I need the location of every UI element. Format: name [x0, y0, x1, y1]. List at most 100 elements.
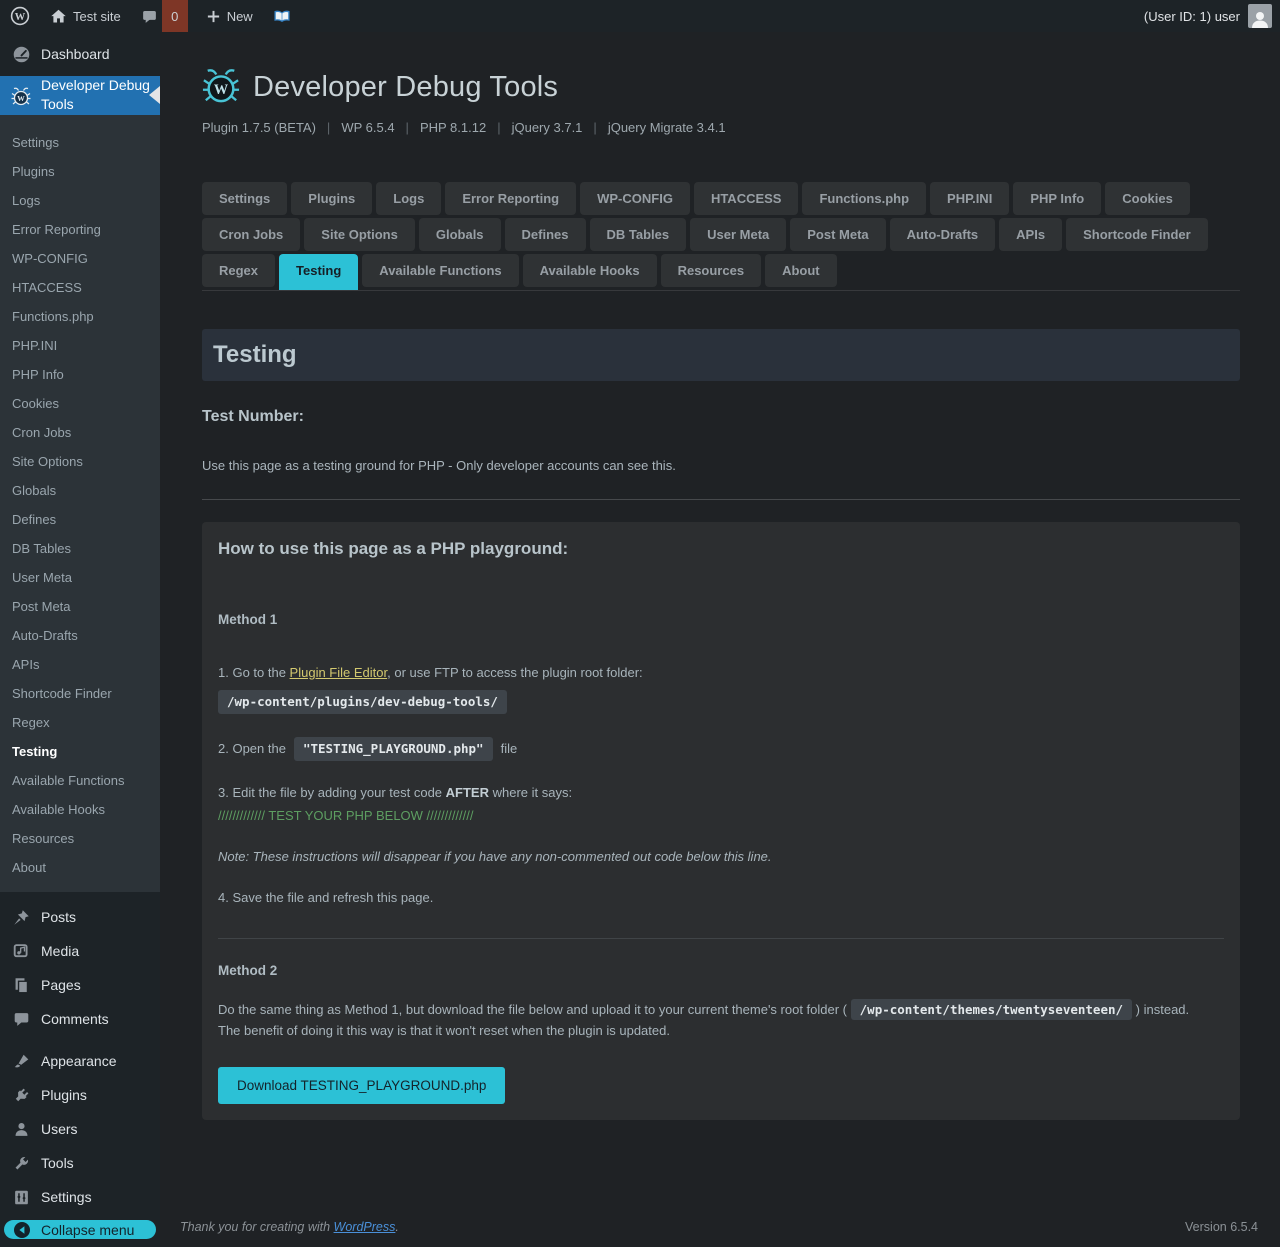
tab-cron-jobs[interactable]: Cron Jobs: [202, 218, 301, 251]
submenu-item-functions-php[interactable]: Functions.php: [0, 302, 160, 331]
tab-available-functions[interactable]: Available Functions: [362, 254, 519, 287]
submenu-item-shortcode-finder[interactable]: Shortcode Finder: [0, 679, 160, 708]
avatar: [1248, 4, 1272, 28]
comments-shortcut[interactable]: [131, 0, 162, 32]
submenu-item-plugins[interactable]: Plugins: [0, 157, 160, 186]
sidebar-item-settings[interactable]: Settings: [0, 1180, 160, 1214]
sidebar-item-label: Users: [41, 1121, 78, 1138]
download-testing-playground-button[interactable]: Download TESTING_PLAYGROUND.php: [218, 1066, 506, 1104]
sidebar-item-dashboard[interactable]: Dashboard: [0, 32, 160, 76]
php-version: PHP 8.1.12: [419, 120, 487, 135]
sidebar-item-plugins[interactable]: Plugins: [0, 1078, 160, 1112]
submenu-item-cron-jobs[interactable]: Cron Jobs: [0, 418, 160, 447]
tab-logs[interactable]: Logs: [376, 182, 442, 215]
tab-settings[interactable]: Settings: [202, 182, 288, 215]
submenu-item-logs[interactable]: Logs: [0, 186, 160, 215]
method2-text: Do the same thing as Method 1, but downl…: [218, 999, 1224, 1040]
tab-regex[interactable]: Regex: [202, 254, 276, 287]
submenu-item-php-ini[interactable]: PHP.INI: [0, 331, 160, 360]
tab-resources[interactable]: Resources: [660, 254, 762, 287]
submenu-item-about[interactable]: About: [0, 853, 160, 882]
submenu-item-settings[interactable]: Settings: [0, 128, 160, 157]
submenu-item-site-options[interactable]: Site Options: [0, 447, 160, 476]
plugin-file-editor-link[interactable]: Plugin File Editor: [290, 665, 388, 680]
method2-label: Method 2: [218, 963, 278, 979]
collapse-arrow-icon: [13, 1221, 31, 1239]
sidebar-item-developer-debug-tools[interactable]: W Developer Debug Tools: [0, 76, 160, 115]
new-content-menu[interactable]: New: [196, 0, 263, 32]
tab-functions-php[interactable]: Functions.php: [802, 182, 927, 215]
submenu-item-auto-drafts[interactable]: Auto-Drafts: [0, 621, 160, 650]
submenu-item-apis[interactable]: APIs: [0, 650, 160, 679]
submenu-item-error-reporting[interactable]: Error Reporting: [0, 215, 160, 244]
collapse-menu-label: Collapse menu: [41, 1221, 135, 1238]
submenu-item-available-hooks[interactable]: Available Hooks: [0, 795, 160, 824]
submenu-item-regex[interactable]: Regex: [0, 708, 160, 737]
home-icon: [50, 8, 67, 25]
tab-cookies[interactable]: Cookies: [1105, 182, 1190, 215]
site-name: Test site: [73, 8, 121, 24]
tab-apis[interactable]: APIs: [999, 218, 1063, 251]
sidebar-item-appearance[interactable]: Appearance: [0, 1044, 160, 1078]
wordpress-link[interactable]: WordPress: [334, 1220, 396, 1234]
submenu-item-user-meta[interactable]: User Meta: [0, 563, 160, 592]
wp-version: WP 6.5.4: [341, 120, 395, 135]
step3-post: where it says:: [488, 785, 573, 801]
tab-bar: Settings Plugins Logs Error Reporting WP…: [202, 182, 1240, 291]
submenu-item-defines[interactable]: Defines: [0, 505, 160, 534]
submenu-item-available-functions[interactable]: Available Functions: [0, 766, 160, 795]
tab-post-meta[interactable]: Post Meta: [790, 218, 886, 251]
tab-site-options[interactable]: Site Options: [304, 218, 415, 251]
sidebar-item-pages[interactable]: Pages: [0, 968, 160, 1002]
tab-php-info[interactable]: PHP Info: [1013, 182, 1102, 215]
sidebar-item-posts[interactable]: Posts: [0, 900, 160, 934]
tab-auto-drafts[interactable]: Auto-Drafts: [889, 218, 996, 251]
divider: [218, 938, 1224, 940]
tab-about[interactable]: About: [765, 254, 837, 287]
submenu-item-htaccess[interactable]: HTACCESS: [0, 273, 160, 302]
user-id-label: (User ID: 1) user: [1143, 8, 1240, 24]
submenu-item-php-info[interactable]: PHP Info: [0, 360, 160, 389]
tab-wp-config[interactable]: WP-CONFIG: [580, 182, 690, 215]
php-playground-panel: How to use this page as a PHP playground…: [202, 522, 1240, 1120]
tab-defines[interactable]: Defines: [504, 218, 586, 251]
sidebar-item-media[interactable]: Media: [0, 934, 160, 968]
submenu-item-testing[interactable]: Testing: [0, 737, 160, 766]
sidebar-item-label: Comments: [41, 1011, 109, 1028]
sidebar-item-users[interactable]: Users: [0, 1112, 160, 1146]
sidebar-item-tools[interactable]: Tools: [0, 1146, 160, 1180]
submenu-item-cookies[interactable]: Cookies: [0, 389, 160, 418]
collapse-menu-button[interactable]: Collapse menu: [4, 1220, 156, 1239]
sidebar-item-label: Developer Debug Tools: [41, 77, 150, 113]
tab-error-reporting[interactable]: Error Reporting: [445, 182, 577, 215]
account-menu[interactable]: (User ID: 1) user: [1144, 4, 1280, 28]
tab-user-meta[interactable]: User Meta: [690, 218, 787, 251]
step3-bold: AFTER: [445, 785, 489, 801]
meta-separator: |: [497, 120, 501, 135]
tab-globals[interactable]: Globals: [418, 218, 501, 251]
meta-separator: |: [593, 120, 597, 135]
wordpress-logo-menu[interactable]: W: [0, 0, 40, 32]
submenu-item-wp-config[interactable]: WP-CONFIG: [0, 244, 160, 273]
tab-db-tables[interactable]: DB Tables: [589, 218, 687, 251]
submenu-item-resources[interactable]: Resources: [0, 824, 160, 853]
sidebar-item-label: Plugins: [41, 1087, 87, 1104]
submenu-item-globals[interactable]: Globals: [0, 476, 160, 505]
tab-testing[interactable]: Testing: [279, 254, 359, 290]
tab-shortcode-finder[interactable]: Shortcode Finder: [1066, 218, 1208, 251]
tab-htaccess[interactable]: HTACCESS: [693, 182, 799, 215]
footer: Thank you for creating with WordPress. V…: [160, 1220, 1280, 1247]
docs-shortcut[interactable]: [263, 0, 301, 32]
pending-comments-badge[interactable]: 0: [161, 0, 188, 32]
submenu-item-post-meta[interactable]: Post Meta: [0, 592, 160, 621]
submenu-item-db-tables[interactable]: DB Tables: [0, 534, 160, 563]
site-link[interactable]: Test site: [40, 0, 131, 32]
tab-plugins[interactable]: Plugins: [291, 182, 373, 215]
tab-php-ini[interactable]: PHP.INI: [930, 182, 1010, 215]
pushpin-icon: [11, 907, 31, 927]
tab-available-hooks[interactable]: Available Hooks: [522, 254, 657, 287]
sidebar-item-comments[interactable]: Comments: [0, 1002, 160, 1036]
comment-bubble-icon: [141, 8, 158, 25]
plus-icon: [206, 9, 221, 24]
sidebar-item-label: Dashboard: [41, 46, 110, 62]
